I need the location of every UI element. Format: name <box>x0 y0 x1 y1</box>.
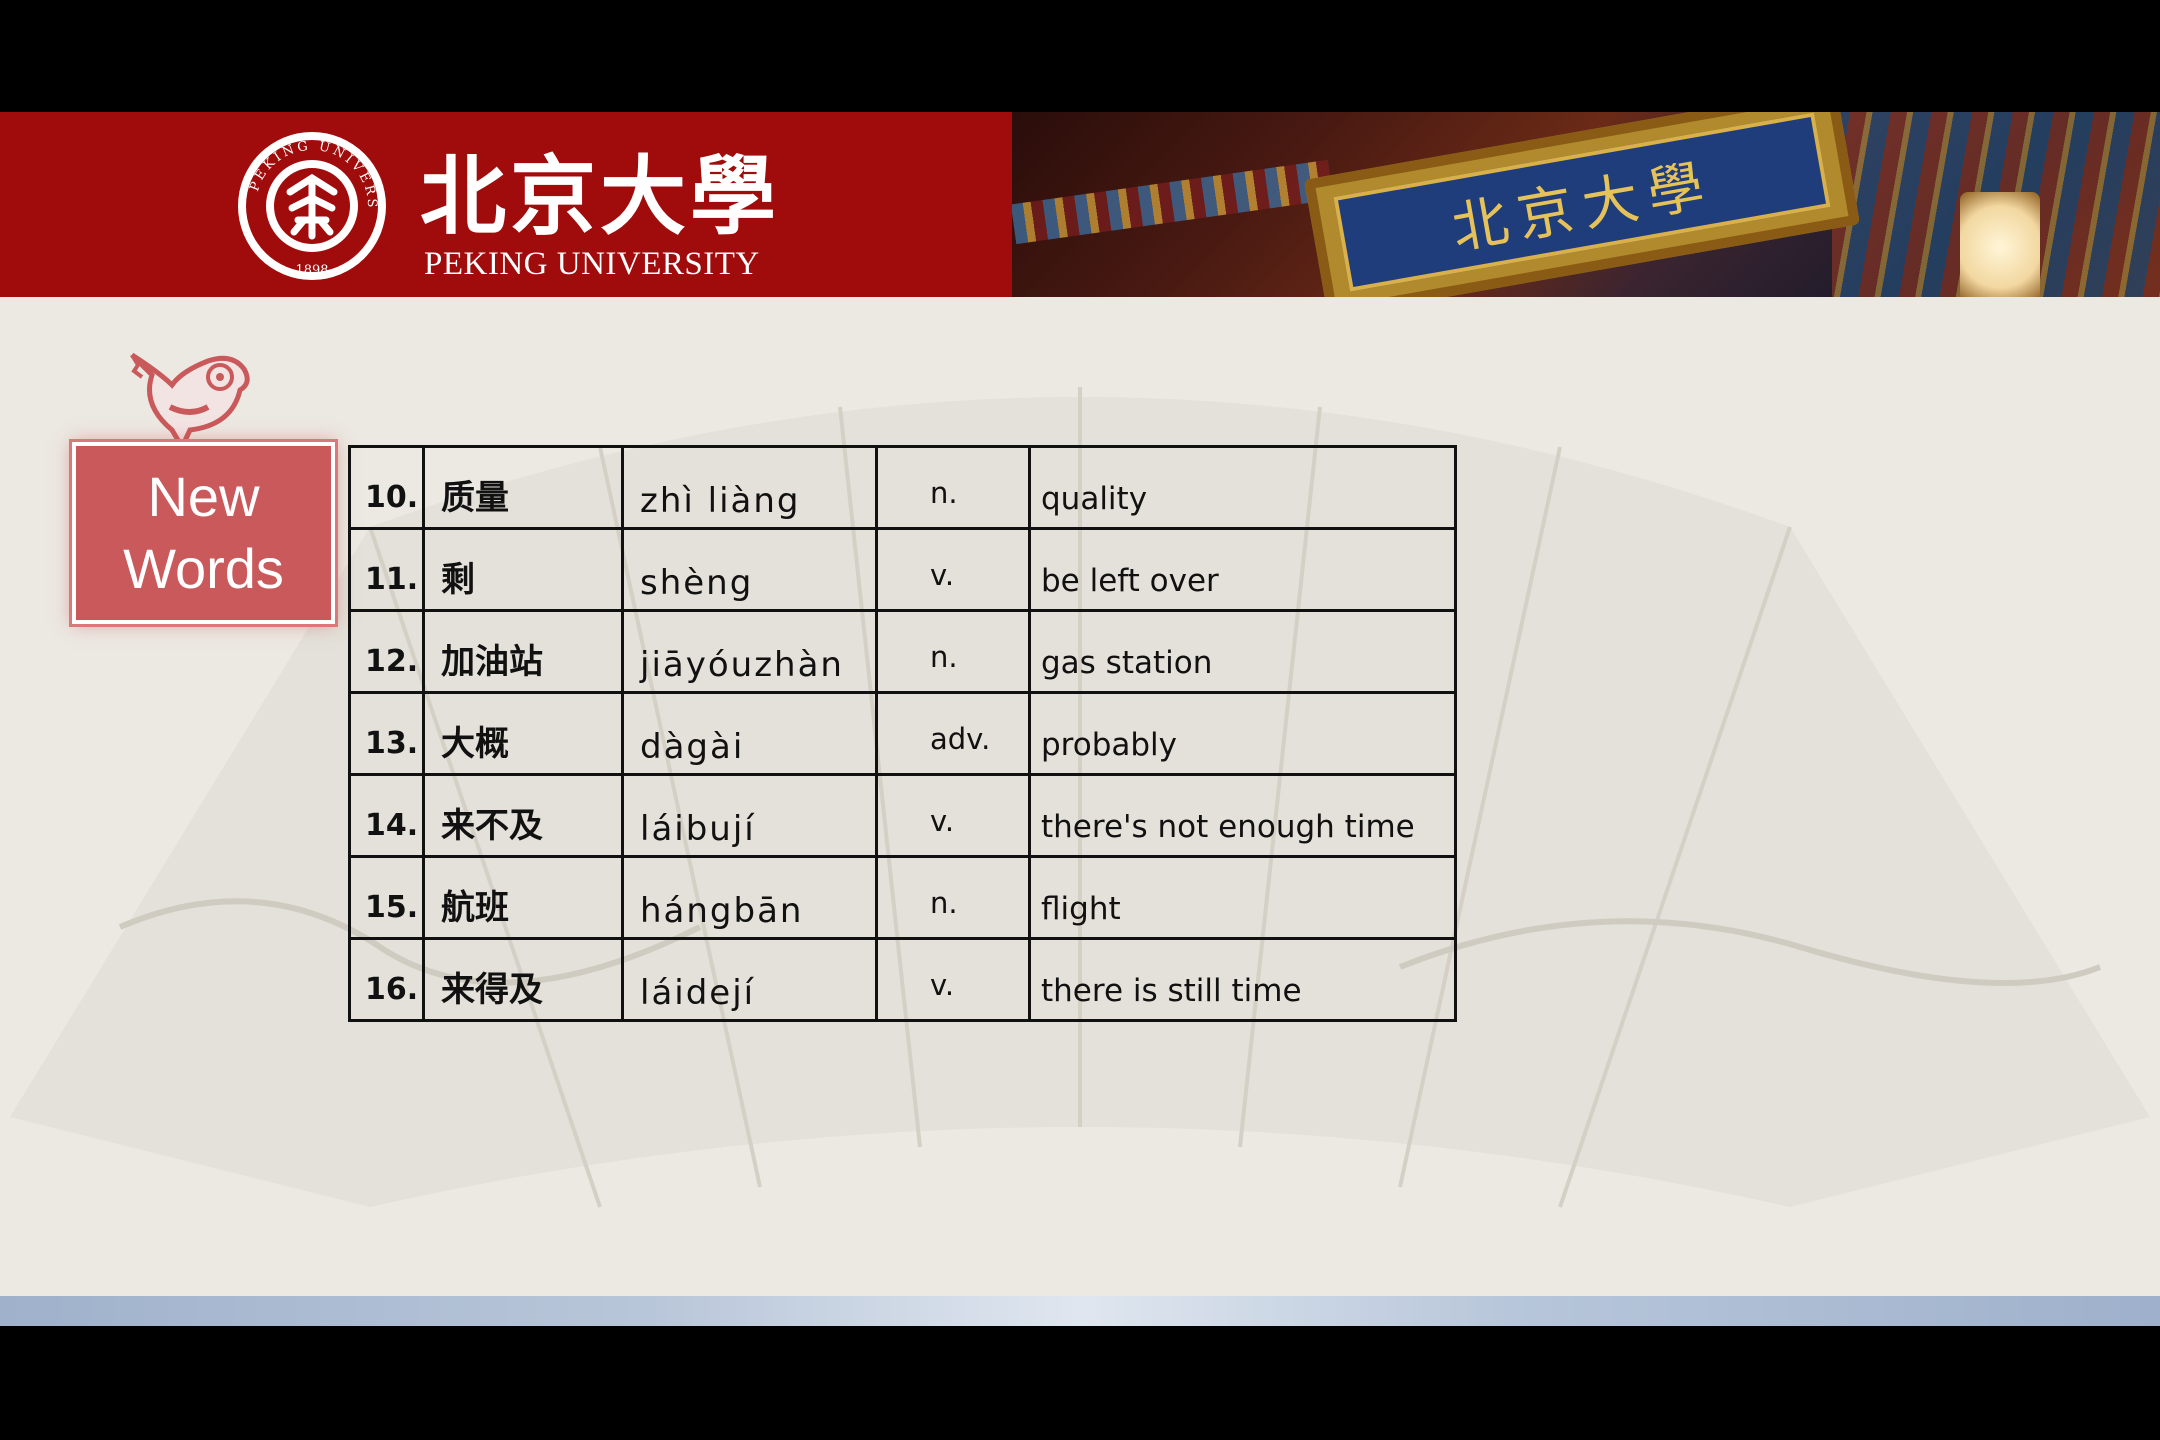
word-english: be left over <box>1028 527 1457 612</box>
word-number: 16. <box>348 937 425 1022</box>
word-pinyin: dàgài <box>621 691 878 776</box>
word-part-of-speech: v. <box>875 773 1031 858</box>
word-pinyin: zhì liàng <box>621 445 878 530</box>
word-english: quality <box>1028 445 1457 530</box>
word-english: gas station <box>1028 609 1457 694</box>
new-words-badge: New Words <box>72 442 335 624</box>
gate-plaque-text: 北京大學 <box>1333 112 1831 292</box>
badge-line-1: New <box>147 465 260 528</box>
word-hanzi: 质量 <box>422 445 624 530</box>
word-part-of-speech: v. <box>875 527 1031 612</box>
header-gate-photo: 北京大學 <box>1012 112 2160 297</box>
table-row: 14. 来不及 láibují v. there's not enough time <box>348 773 1457 858</box>
table-row: 13. 大概 dàgài adv. probably <box>348 691 1457 776</box>
word-hanzi: 来不及 <box>422 773 624 858</box>
table-row: 12. 加油站 jiāyóuzhàn n. gas station <box>348 609 1457 694</box>
vocabulary-table: 10. 质量 zhì liàng n. quality 11. 剩 shèng v. be lef… <box>348 445 1457 1022</box>
word-part-of-speech: n. <box>875 855 1031 940</box>
photo-eaves <box>1012 159 1334 245</box>
word-english: probably <box>1028 691 1457 776</box>
word-number: 12. <box>348 609 425 694</box>
word-pinyin: láidejí <box>621 937 878 1022</box>
logo-english-name: PEKING UNIVERSITY <box>424 246 760 282</box>
word-english: there is still time <box>1028 937 1457 1022</box>
word-part-of-speech: n. <box>875 445 1031 530</box>
word-part-of-speech: n. <box>875 609 1031 694</box>
word-hanzi: 加油站 <box>422 609 624 694</box>
table-row: 15. 航班 hángbān n. flight <box>348 855 1457 940</box>
gate-plaque: 北京大學 <box>1303 112 1861 297</box>
word-hanzi: 来得及 <box>422 937 624 1022</box>
word-hanzi: 剩 <box>422 527 624 612</box>
slide: PEKING UNIVERSITY 1898 北京大學 PEKING UNIVE… <box>0 112 2160 1326</box>
word-number: 11. <box>348 527 425 612</box>
word-english: flight <box>1028 855 1457 940</box>
bottom-accent-bar <box>0 1296 2160 1326</box>
logo-chinese-name: 北京大學 <box>420 146 780 247</box>
word-part-of-speech: v. <box>875 937 1031 1022</box>
word-number: 10. <box>348 445 425 530</box>
table-row: 10. 质量 zhì liàng n. quality <box>348 445 1457 530</box>
word-pinyin: shèng <box>621 527 878 612</box>
header-band: PEKING UNIVERSITY 1898 北京大學 PEKING UNIVE… <box>0 112 1012 297</box>
word-part-of-speech: adv. <box>875 691 1031 776</box>
word-number: 14. <box>348 773 425 858</box>
table-row: 11. 剩 shèng v. be left over <box>348 527 1457 612</box>
lantern-image <box>1960 192 2040 297</box>
svg-text:1898: 1898 <box>295 263 328 278</box>
word-hanzi: 大概 <box>422 691 624 776</box>
bird-icon <box>130 352 250 450</box>
word-english: there's not enough time <box>1028 773 1457 858</box>
word-pinyin: jiāyóuzhàn <box>621 609 878 694</box>
word-hanzi: 航班 <box>422 855 624 940</box>
badge-line-2: Words <box>123 537 284 600</box>
word-number: 13. <box>348 691 425 776</box>
word-pinyin: láibují <box>621 773 878 858</box>
table-row: 16. 来得及 láidejí v. there is still time <box>348 937 1457 1022</box>
word-number: 15. <box>348 855 425 940</box>
word-pinyin: hángbān <box>621 855 878 940</box>
peking-university-seal-logo: PEKING UNIVERSITY 1898 <box>234 128 386 280</box>
